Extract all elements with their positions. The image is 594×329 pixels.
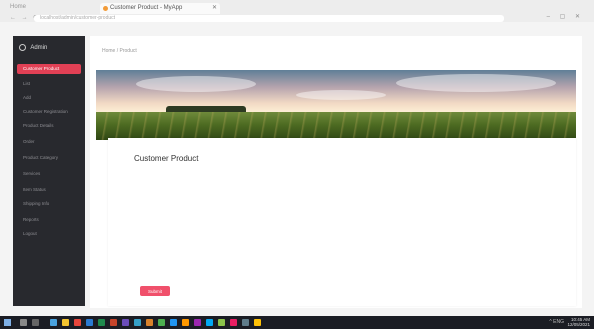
- sidebar-item-label: Item Status: [23, 187, 46, 192]
- app-icon[interactable]: [158, 319, 165, 326]
- app-icon[interactable]: [206, 319, 213, 326]
- app-icon[interactable]: [146, 319, 153, 326]
- sidebar-item-label: Product Category: [23, 155, 59, 160]
- sidebar-item-item-status[interactable]: Item Status: [17, 186, 81, 194]
- sidebar-item-label: List: [23, 81, 31, 86]
- system-tray[interactable]: ^ ENG: [549, 319, 564, 325]
- address-text: localhost/admin/customer-product: [40, 15, 116, 21]
- sidebar-item-label: Customer Product: [23, 66, 60, 71]
- banner-image: [96, 70, 576, 140]
- page-title: Customer Product: [134, 154, 199, 163]
- home-tab[interactable]: Home: [10, 4, 26, 10]
- sidebar-item-label: Logout: [23, 231, 37, 236]
- app-icon[interactable]: [170, 319, 177, 326]
- tab-title: Customer Product - MyApp: [110, 5, 183, 11]
- taskbar-clock[interactable]: 10:45 AM 12/05/2021: [567, 317, 590, 327]
- word-icon[interactable]: [86, 319, 93, 326]
- browser-tab[interactable]: Customer Product - MyApp ✕: [100, 3, 220, 14]
- form-card: Customer Product: [108, 138, 576, 306]
- sidebar-item-logout[interactable]: Logout: [17, 230, 81, 238]
- chrome-icon[interactable]: [74, 319, 81, 326]
- submit-button[interactable]: Submit: [140, 286, 170, 296]
- sidebar-item-label: Services: [23, 171, 41, 176]
- sidebar-item-order[interactable]: Order: [17, 138, 81, 146]
- app-icon[interactable]: [242, 319, 249, 326]
- sidebar-item-label: Add: [23, 95, 32, 100]
- edge-icon[interactable]: [50, 319, 57, 326]
- app-icon[interactable]: [122, 319, 129, 326]
- sidebar-item-label: Shipping Info: [23, 201, 50, 206]
- window-controls[interactable]: – ▢ ✕: [547, 13, 584, 20]
- taskbar: ^ ENG 10:45 AM 12/05/2021: [0, 316, 594, 329]
- app-icon[interactable]: [218, 319, 225, 326]
- banner-cloud: [136, 76, 256, 92]
- app-icon[interactable]: [230, 319, 237, 326]
- excel-icon[interactable]: [98, 319, 105, 326]
- browser-chrome: Home Customer Product - MyApp ✕ ← → ⟳ lo…: [0, 0, 594, 22]
- sidebar-item-customer-product[interactable]: Customer Product: [17, 64, 81, 74]
- clock-date: 12/05/2021: [567, 322, 590, 327]
- sidebar-item-product-category[interactable]: Product Category: [17, 154, 81, 162]
- sidebar: Admin Customer Product List Add Customer…: [13, 36, 85, 306]
- sidebar-item-label: Order: [23, 139, 35, 144]
- sidebar-item-add[interactable]: Add: [17, 94, 81, 102]
- app-icon[interactable]: [134, 319, 141, 326]
- windows-start-icon[interactable]: [4, 319, 11, 326]
- brand[interactable]: Admin: [19, 44, 47, 51]
- address-bar[interactable]: localhost/admin/customer-product: [34, 15, 504, 22]
- banner-cloud: [396, 74, 556, 92]
- close-icon[interactable]: ✕: [212, 3, 217, 14]
- powerpoint-icon[interactable]: [110, 319, 117, 326]
- task-view-icon[interactable]: [32, 319, 39, 326]
- sidebar-item-product-details[interactable]: Product Details: [17, 122, 81, 130]
- main-content: Home / Product Customer Product Submit: [90, 36, 582, 308]
- breadcrumb: Home / Product: [102, 48, 137, 54]
- app-icon[interactable]: [182, 319, 189, 326]
- sidebar-item-services[interactable]: Services: [17, 170, 81, 178]
- search-icon[interactable]: [20, 319, 27, 326]
- brand-label: Admin: [30, 45, 48, 52]
- logo-icon: [19, 44, 26, 51]
- app-icon[interactable]: [194, 319, 201, 326]
- sidebar-item-label: Customer Registration: [23, 109, 68, 114]
- sidebar-item-customer-registration[interactable]: Customer Registration: [17, 108, 81, 116]
- sidebar-item-label: Product Details: [23, 123, 54, 128]
- sidebar-item-reports[interactable]: Reports: [17, 216, 81, 224]
- app-icon[interactable]: [254, 319, 261, 326]
- sidebar-item-shipping-info[interactable]: Shipping Info: [17, 200, 81, 208]
- sidebar-item-label: Reports: [23, 217, 39, 222]
- folder-icon[interactable]: [62, 319, 69, 326]
- banner-field-rows: [96, 112, 576, 140]
- sidebar-item-list[interactable]: List: [17, 80, 81, 88]
- banner-cloud: [296, 90, 386, 100]
- favicon-icon: [103, 6, 108, 11]
